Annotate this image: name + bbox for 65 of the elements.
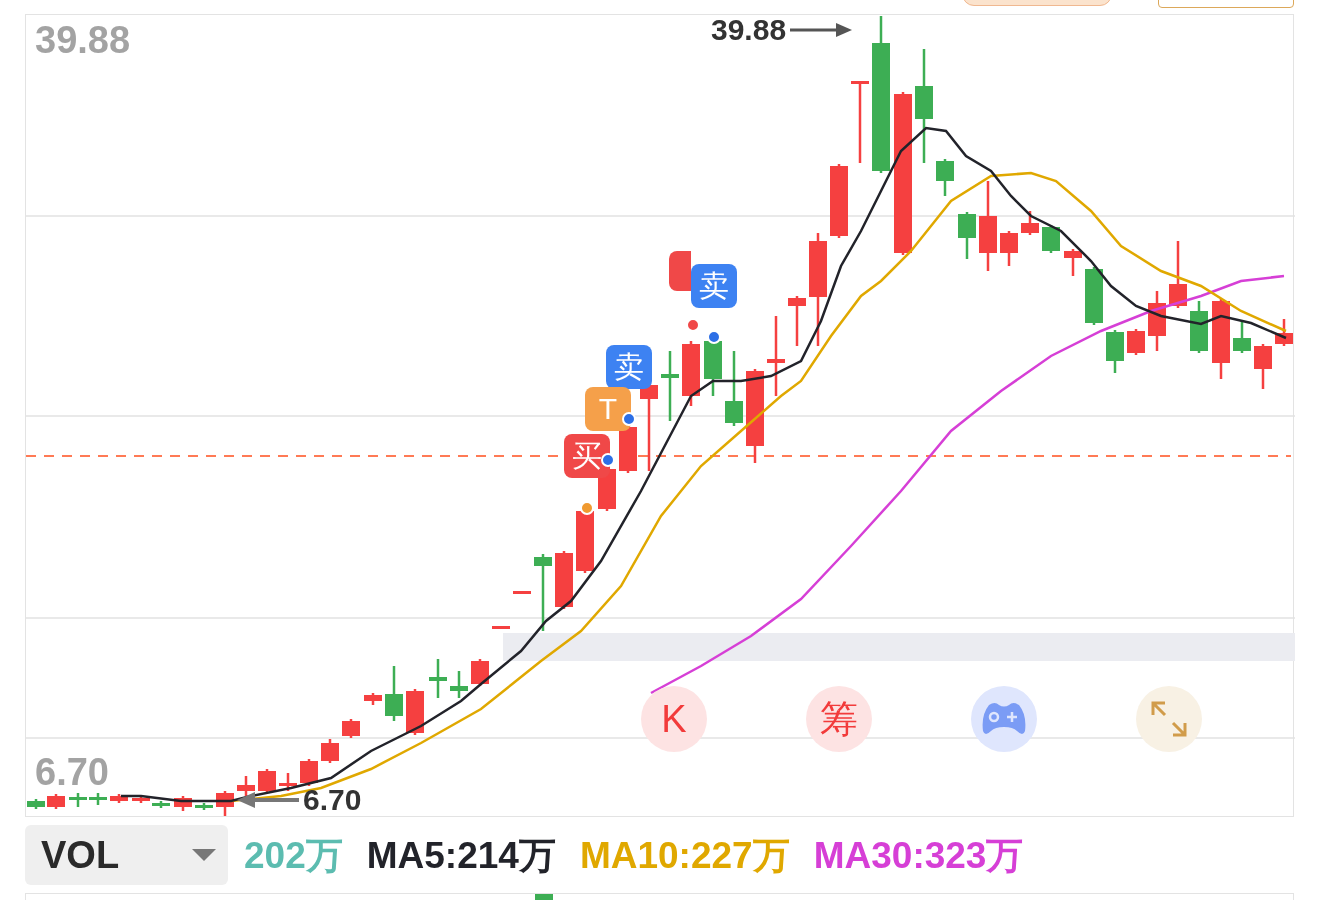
candlestick: [300, 759, 318, 786]
candlestick: [1148, 291, 1166, 351]
left-arrow-icon: [237, 791, 299, 809]
signal-badge[interactable]: 卖: [606, 345, 652, 389]
indicator-value: MA5:214万: [366, 836, 556, 874]
candlestick: [406, 689, 424, 735]
candlestick: [1021, 211, 1039, 235]
candlestick: [513, 591, 531, 594]
candlestick: [619, 425, 637, 473]
signal-badge[interactable]: T: [585, 387, 631, 431]
candlestick: [132, 796, 150, 803]
candlestick: [216, 791, 234, 816]
candlestick: [258, 769, 276, 793]
candlestick: [1169, 241, 1187, 308]
candlestick: [958, 212, 976, 259]
candlestick: [1064, 249, 1082, 276]
candlestick: [555, 551, 573, 609]
candlestick: [152, 801, 170, 808]
candlestick: [936, 159, 954, 196]
signal-badge[interactable]: [669, 251, 691, 291]
indicator-value: MA10:227万: [579, 836, 790, 874]
low-price-label: 6.70: [35, 753, 109, 791]
tool-button[interactable]: K: [641, 686, 707, 752]
candlestick: [1042, 225, 1060, 253]
indicator-dropdown[interactable]: VOL: [25, 825, 228, 885]
candlestick: [110, 794, 128, 803]
candlestick: [1106, 330, 1124, 373]
candlestick: [1190, 301, 1208, 353]
candlestick: [788, 296, 806, 346]
candlestick: [704, 339, 722, 396]
volume-bar: [535, 894, 553, 900]
candlestick: [1233, 321, 1251, 353]
candlestick: [492, 626, 510, 629]
high-price-marker: 39.88: [711, 15, 787, 45]
candlestick: [69, 793, 87, 807]
signal-badge[interactable]: 买: [564, 434, 610, 478]
low-price-marker: 6.70: [303, 785, 362, 815]
candlestick: [661, 351, 679, 421]
candlestick: [364, 693, 382, 705]
dropdown-caret-icon: [192, 849, 216, 861]
candlestick: [682, 341, 700, 406]
candlestick: [195, 803, 213, 810]
candlestick: [429, 659, 447, 698]
candlestick: [471, 659, 489, 686]
signal-badge[interactable]: 卖: [691, 264, 737, 308]
candlestick: [89, 793, 107, 805]
candlestick: [279, 773, 297, 791]
candlestick: [1000, 231, 1018, 266]
candlestick: [1275, 319, 1293, 346]
candlestick: [174, 796, 192, 811]
candlestick: [47, 794, 65, 809]
indicator-value: 202万: [244, 836, 343, 874]
right-arrow-icon: [790, 22, 853, 38]
candlestick: [385, 666, 403, 721]
indicator-value: MA30:323万: [813, 836, 1024, 874]
candlestick: [1085, 267, 1103, 325]
candlestick: [237, 776, 255, 796]
high-price-label: 39.88: [35, 21, 131, 59]
tool-button[interactable]: 筹: [806, 686, 872, 752]
candlestick: [1127, 329, 1145, 355]
candlestick: [450, 671, 468, 698]
candlestick: [342, 719, 360, 738]
candlestick: [1254, 344, 1272, 389]
candlestick: [321, 739, 339, 763]
candlestick: [27, 799, 45, 809]
